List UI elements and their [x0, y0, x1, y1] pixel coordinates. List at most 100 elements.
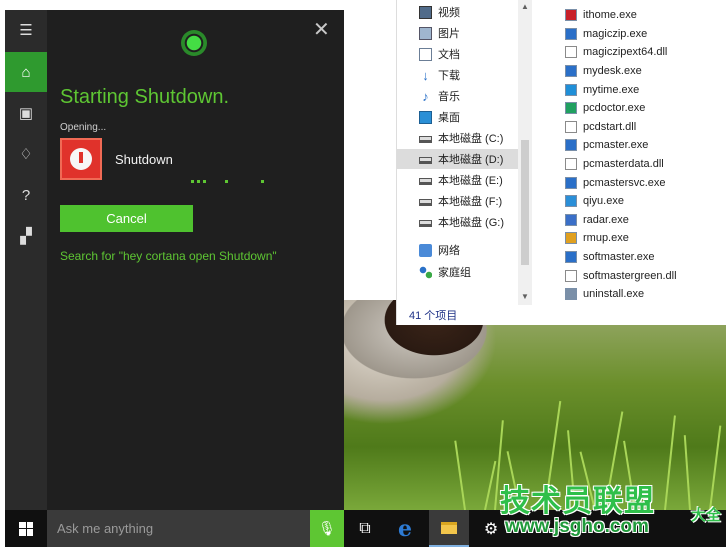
file-name: uninstall.exe	[583, 288, 645, 301]
file-item[interactable]: magiczip.exe	[565, 25, 725, 44]
nav-item[interactable]: 本地磁盘 (G:)	[419, 212, 504, 232]
file-item[interactable]: qiyu.exe	[565, 192, 725, 211]
file-name: pcmastersvc.exe	[583, 176, 666, 189]
nav-item-label: 桌面	[438, 112, 460, 124]
search-suggestion-link[interactable]: Search for "hey cortana open Shutdown"	[60, 249, 277, 263]
cortana-ring-icon	[181, 30, 207, 56]
file-explorer-taskbar-icon[interactable]	[429, 510, 469, 547]
exe-file-icon	[565, 176, 577, 189]
navigation-pane: 视频图片文档 ↓ 下载 ♪ 音乐桌面本地磁盘 (C:) 本地磁盘 (D:) 本地磁盘 (E:…	[397, 0, 519, 305]
drive-icon	[419, 178, 432, 185]
dll-file-icon	[565, 158, 577, 171]
network-icon	[419, 243, 432, 257]
file-item[interactable]: mytime.exe	[565, 80, 725, 99]
file-name: magiczipext64.dll	[583, 46, 668, 59]
help-icon[interactable]: ?	[5, 175, 47, 215]
nav-item[interactable]: ♪ 音乐	[419, 86, 460, 106]
notebook-icon[interactable]: ▣	[5, 93, 47, 133]
nav-item-label: 图片	[438, 28, 460, 40]
item-count: 41 个项目	[409, 310, 458, 322]
file-item[interactable]: ithome.exe	[565, 6, 725, 25]
nav-item[interactable]: 网络	[419, 240, 460, 260]
watermark-title: 技术员联盟	[500, 485, 655, 518]
exe-file-icon	[565, 9, 577, 22]
nav-item[interactable]: 本地磁盘 (E:)	[419, 170, 503, 190]
file-name: mydesk.exe	[583, 65, 642, 78]
task-view-icon[interactable]: ⧉	[345, 510, 385, 547]
lightbulb-icon[interactable]: ♢	[5, 134, 47, 174]
microphone-icon[interactable]: 🎙	[310, 510, 344, 547]
nav-item[interactable]: 本地磁盘 (C:)	[419, 128, 503, 148]
exe-file-icon	[565, 213, 577, 226]
nav-scrollbar[interactable]: ▲ ▼	[518, 0, 532, 305]
file-item[interactable]: magiczipext64.dll	[565, 43, 725, 62]
file-item[interactable]: rmup.exe	[565, 229, 725, 248]
grass-blade	[454, 440, 466, 511]
watermark-url: www.jsgho.com	[505, 516, 649, 537]
dll-file-icon	[565, 46, 577, 59]
file-item[interactable]: softmaster.exe	[565, 248, 725, 267]
opening-label: Opening...	[60, 122, 107, 133]
video-icon	[419, 5, 432, 19]
status-heading: Starting Shutdown.	[60, 86, 229, 108]
edge-browser-icon[interactable]: e	[385, 510, 425, 547]
file-item[interactable]: pcmastersvc.exe	[565, 173, 725, 192]
nav-item[interactable]: 本地磁盘 (D:)	[397, 149, 519, 169]
nav-item[interactable]: ↓ 下载	[419, 65, 460, 85]
exe-file-icon	[565, 232, 577, 245]
power-icon	[70, 148, 92, 170]
nav-item[interactable]: 桌面	[419, 107, 460, 127]
nav-item-label: 文档	[438, 49, 460, 61]
file-item[interactable]: radar.exe	[565, 211, 725, 230]
scroll-down-icon[interactable]: ▼	[521, 292, 529, 301]
cancel-button[interactable]: Cancel	[60, 205, 193, 232]
file-explorer-window: 视频图片文档 ↓ 下载 ♪ 音乐桌面本地磁盘 (C:) 本地磁盘 (D:) 本地磁盘 (E:…	[396, 0, 726, 325]
nav-item[interactable]: 图片	[419, 23, 460, 43]
file-item[interactable]: pcmaster.exe	[565, 136, 725, 155]
exe-file-icon	[565, 288, 577, 301]
start-button[interactable]	[5, 510, 47, 547]
nav-item[interactable]: 家庭组	[419, 262, 471, 282]
hamburger-menu-icon[interactable]: ☰	[5, 10, 47, 50]
file-name: pcmasterdata.dll	[583, 158, 664, 171]
file-name: qiyu.exe	[583, 195, 624, 208]
downloads-icon: ↓	[422, 67, 429, 83]
nav-item-label: 本地磁盘 (G:)	[438, 217, 504, 229]
watermark-side: 大全	[691, 507, 722, 524]
exe-file-icon	[565, 195, 577, 208]
feedback-icon[interactable]: ▞	[5, 216, 47, 256]
nav-item[interactable]: 本地磁盘 (F:)	[419, 191, 502, 211]
file-name: softmastergreen.dll	[583, 269, 677, 282]
file-item[interactable]: softmastergreen.dll	[565, 266, 725, 285]
nav-item-label: 本地磁盘 (D:)	[438, 154, 504, 166]
file-item[interactable]: uninstall.exe	[565, 285, 725, 304]
nav-item[interactable]: 视频	[419, 2, 460, 22]
shutdown-app-tile[interactable]	[60, 138, 102, 180]
watermark: 技术员联盟 大全 www.jsgho.com	[495, 476, 726, 547]
dll-file-icon	[565, 269, 577, 282]
exe-file-icon	[565, 27, 577, 40]
home-icon[interactable]: ⌂	[5, 52, 47, 92]
file-item[interactable]: pcdoctor.exe	[565, 99, 725, 118]
file-item[interactable]: pcmasterdata.dll	[565, 155, 725, 174]
file-name: rmup.exe	[583, 232, 629, 245]
desktop-icon	[419, 110, 432, 124]
cortana-search-box[interactable]: Ask me anything	[47, 510, 310, 547]
exe-file-icon	[565, 65, 577, 78]
cortana-panel: ☰ ⌂ ▣ ♢ ? ▞ ✕ Starting Shutdown. Opening…	[5, 10, 344, 510]
file-name: radar.exe	[583, 213, 629, 226]
file-item[interactable]: mydesk.exe	[565, 62, 725, 81]
app-name: Shutdown	[115, 152, 173, 167]
dll-file-icon	[565, 120, 577, 133]
file-item[interactable]: pcdstart.dll	[565, 118, 725, 137]
scroll-up-icon[interactable]: ▲	[521, 2, 529, 11]
scroll-thumb[interactable]	[521, 140, 529, 265]
nav-item[interactable]: 文档	[419, 44, 460, 64]
file-name: softmaster.exe	[583, 251, 655, 264]
nav-item-label: 本地磁盘 (F:)	[438, 196, 503, 208]
close-icon[interactable]: ✕	[313, 20, 330, 40]
file-name: pcdstart.dll	[583, 120, 637, 133]
homegroup-icon	[419, 265, 432, 279]
file-name: magiczip.exe	[583, 27, 648, 40]
nav-item-label: 视频	[438, 7, 460, 19]
